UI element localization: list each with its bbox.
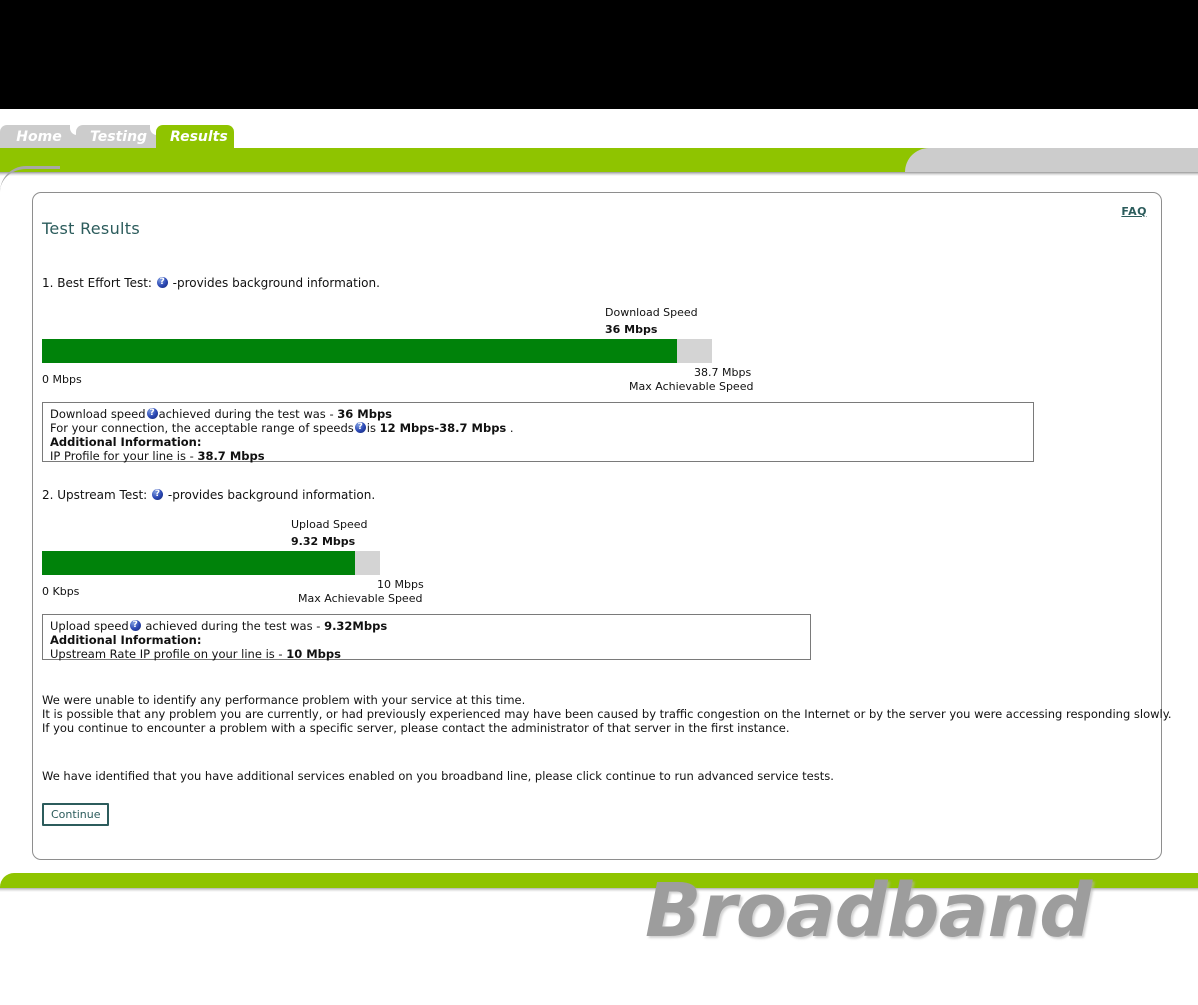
upload-info-line-3-pre: Upstream Rate IP profile on your line is… (50, 647, 287, 661)
download-info-line-2-post: . (506, 421, 514, 435)
upload-info-line-1-value: 9.32Mbps (324, 619, 388, 633)
download-info-box: Download speed achieved during the test w… (42, 402, 1034, 463)
download-info-line-4: IP Profile for your line is - 38.7 Mbps (50, 449, 1027, 463)
download-axis-max-caption: Max Achievable Speed (629, 380, 754, 393)
upload-info-line-1-mid: achieved during the test was - (141, 619, 325, 633)
section-2-heading-prefix: 2. Upstream Test: (42, 488, 148, 502)
download-axis-max-value: 38.7 Mbps (694, 366, 752, 379)
tab-results[interactable]: Results (156, 125, 234, 149)
download-speed-bar (42, 339, 712, 363)
tab-home-label: Home (16, 129, 62, 145)
upload-speed-bar-fill (42, 551, 355, 575)
summary-line-4: We have identified that you have additio… (42, 769, 834, 783)
upload-speed-bar (42, 551, 380, 575)
results-panel: FAQ Test Results 1. Best Effort Test: -p… (32, 192, 1172, 860)
upload-info-line-1: Upload speed achieved during the test wa… (50, 619, 804, 633)
header-band-shadow (0, 172, 1198, 176)
section-2-heading-suffix: -provides background information. (167, 488, 376, 502)
help-icon[interactable] (129, 619, 141, 631)
download-info-line-2-mid: is (366, 421, 380, 435)
tab-home[interactable]: Home (0, 125, 78, 149)
download-info-line-1-pre: Download speed (50, 407, 146, 421)
help-icon[interactable] (152, 488, 164, 500)
summary-line-1: We were unable to identify any performan… (42, 693, 526, 707)
download-info-line-2: For your connection, the acceptable rang… (50, 421, 1027, 435)
download-additional-info-label: Additional Information: (50, 435, 202, 449)
download-info-line-1-mid: achieved during the test was - (158, 407, 338, 421)
upload-axis-min-label: 0 Kbps (42, 585, 80, 598)
header-gray-fill (960, 148, 1198, 172)
download-speed-caption-value: 36 Mbps (605, 323, 658, 336)
upload-speed-caption-title: Upload Speed (291, 518, 368, 531)
upload-axis-max-caption: Max Achievable Speed (298, 592, 423, 605)
upload-info-line-3-value: 10 Mbps (286, 647, 341, 661)
download-info-line-1: Download speed achieved during the test w… (50, 407, 1027, 421)
page-title: Test Results (42, 219, 140, 238)
tab-testing-label: Testing (90, 129, 148, 145)
help-icon[interactable] (146, 407, 158, 419)
help-icon[interactable] (354, 421, 366, 433)
download-info-line-1-value: 36 Mbps (337, 407, 393, 421)
download-info-line-4-pre: IP Profile for your line is - (50, 449, 198, 463)
upload-additional-info-label: Additional Information: (50, 633, 202, 647)
tab-strip: Home Testing Results (0, 109, 1198, 149)
section-1-heading: 1. Best Effort Test: -provides backgroun… (42, 276, 380, 290)
summary-line-2: It is possible that any problem you are … (42, 707, 1172, 721)
upload-speed-caption-value: 9.32 Mbps (291, 535, 356, 548)
section-1-heading-prefix: 1. Best Effort Test: (42, 276, 152, 290)
top-black-banner (0, 0, 1198, 109)
upload-info-box: Upload speed achieved during the test wa… (42, 614, 811, 661)
upload-info-line-2: Additional Information: (50, 633, 804, 647)
download-speed-caption-title: Download Speed (605, 306, 698, 319)
download-info-line-3: Additional Information: (50, 435, 1027, 449)
broadband-logo-text: Broadband (645, 868, 1092, 954)
tab-results-label: Results (170, 129, 228, 145)
download-info-line-4-value: 38.7 Mbps (197, 449, 265, 463)
upload-info-line-1-pre: Upload speed (50, 619, 129, 633)
faq-link[interactable]: FAQ (1121, 205, 1147, 218)
download-speed-bar-fill (42, 339, 677, 363)
section-1-heading-suffix: -provides background information. (172, 276, 380, 290)
help-icon[interactable] (156, 276, 168, 288)
upload-info-line-3: Upstream Rate IP profile on your line is… (50, 647, 804, 661)
download-axis-min-label: 0 Mbps (42, 373, 82, 386)
download-info-line-2-pre: For your connection, the acceptable rang… (50, 421, 354, 435)
upload-axis-max-value: 10 Mbps (377, 578, 424, 591)
tab-testing[interactable]: Testing (76, 125, 160, 149)
continue-button[interactable]: Continue (42, 803, 110, 826)
download-info-line-2-value: 12 Mbps-38.7 Mbps (379, 421, 507, 435)
header-green-band (0, 148, 1198, 172)
summary-line-3: If you continue to encounter a problem w… (42, 721, 790, 735)
section-2-heading: 2. Upstream Test: -provides background i… (42, 488, 375, 502)
